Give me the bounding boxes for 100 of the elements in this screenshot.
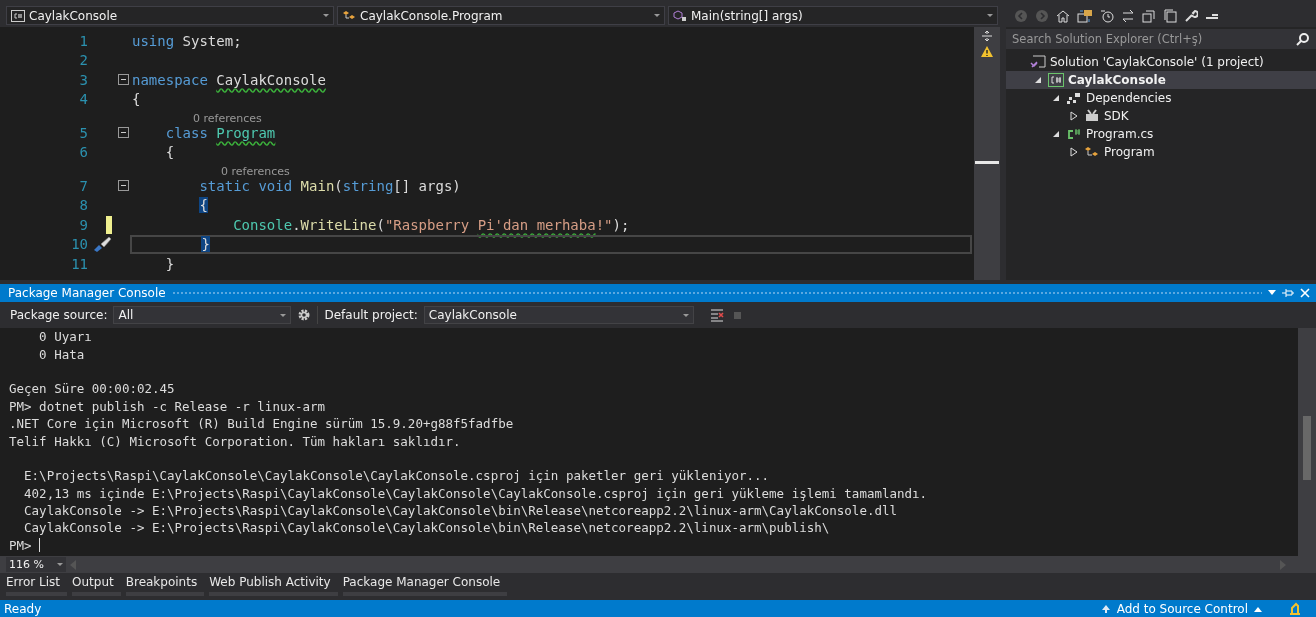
code-token: Main (300, 177, 335, 194)
search-field[interactable]: Search Solution Explorer (Ctrl+ş) (1006, 29, 1316, 49)
code-token: . (292, 216, 301, 233)
console-line: 0 Uyarı (38, 329, 92, 345)
dependencies-icon (1066, 91, 1082, 105)
zoom-dropdown[interactable]: 116 % (6, 557, 66, 572)
pin-icon[interactable] (1282, 288, 1294, 298)
code-token: } (165, 255, 175, 272)
console-line: 402,13 ms içinde E:\Projects\Raspi\CaylakConsole\CaylakConsole\CaylakConsole.csproj için geri yükleme işlemi tamamlandı. (23, 485, 928, 501)
solution-icon (1030, 55, 1046, 69)
code-token: "Raspberry (384, 216, 471, 233)
navigation-dropdown[interactable]: Main(string[] args) (668, 6, 998, 25)
field-label: Package source: (10, 308, 108, 322)
csharp-icon (11, 9, 25, 22)
history-icon[interactable] (1100, 9, 1114, 23)
caret-icon (1254, 605, 1262, 612)
source-control-button[interactable]: Add to Source Control (1116, 601, 1248, 616)
collapse-all-icon[interactable] (1142, 9, 1156, 23)
code-token: class (165, 124, 209, 141)
scrollbar[interactable] (975, 161, 999, 164)
code-token: { (132, 91, 141, 108)
settings-icon[interactable] (297, 308, 312, 322)
code-token: !" (595, 216, 613, 233)
scrollbar[interactable] (1303, 416, 1311, 480)
default-project-dropdown[interactable]: CaylakConsole (423, 306, 694, 324)
line-number: 9 (78, 216, 88, 233)
tree-item[interactable]: Solution 'CaylakConsole' (1 project) (1050, 55, 1264, 69)
split-icon[interactable] (981, 30, 993, 42)
home-icon[interactable] (1056, 9, 1070, 23)
line-number: 5 (78, 124, 88, 141)
console-line: 0 Hata (38, 346, 85, 362)
brush-icon[interactable] (92, 236, 112, 253)
code-token: } (201, 236, 210, 253)
code-token: namespace (132, 71, 209, 88)
caret-icon (654, 14, 660, 17)
code-token: ( (334, 177, 343, 194)
copy-icon[interactable] (1163, 9, 1177, 23)
line-number: 1 (78, 32, 88, 49)
console-line: PM> dotnet publish -c Release -r linux-arm (9, 398, 326, 414)
tree-item[interactable]: Program (1104, 145, 1155, 159)
console-line: .NET Core için Microsoft (R) Build Engine sürüm 15.9.20+g88f5fadfbe (9, 416, 514, 432)
upload-icon[interactable] (1100, 603, 1111, 614)
panel-title: Package Manager Console (8, 286, 166, 300)
navigation-dropdown[interactable]: CaylakConsole.Program (337, 6, 665, 25)
clear-icon[interactable] (709, 308, 724, 322)
code-token: static void (199, 177, 294, 194)
code-token: System; (182, 32, 242, 49)
tool-window-tab[interactable]: Error List (6, 575, 68, 596)
line-number: 6 (78, 144, 88, 161)
line-number: 8 (78, 197, 88, 214)
console-prompt[interactable]: PM> (9, 537, 40, 553)
console-line: Telif Hakkı (C) Microsoft Corporation. Tüm hakları saklıdır. (9, 433, 461, 449)
tool-window-tab[interactable]: Breakpoints (125, 575, 205, 596)
expanded-icon[interactable] (1034, 76, 1042, 84)
dropdown-icon[interactable] (1268, 290, 1276, 296)
code-token: { (199, 197, 208, 214)
field-label: Default project: (324, 308, 418, 322)
code-token: Program (216, 124, 276, 141)
tool-window-tab[interactable]: Output (72, 575, 121, 596)
warning-icon (981, 46, 993, 57)
tree-item[interactable]: Program.cs (1086, 127, 1154, 141)
code-token: ); (612, 216, 630, 233)
code-token: Console (233, 216, 293, 233)
code-lens[interactable]: 0 references (221, 165, 290, 178)
collapse-icon[interactable] (117, 74, 129, 86)
sync-icon[interactable] (1077, 9, 1093, 23)
csharp-file-icon (1066, 127, 1082, 141)
class-icon (1084, 145, 1100, 159)
package-source-dropdown[interactable]: All (113, 306, 292, 324)
expanded-icon[interactable] (1052, 94, 1060, 102)
code-token: [] args) (393, 177, 461, 194)
collapse-icon[interactable] (117, 180, 129, 192)
code-token: Pi'dan merhaba (477, 216, 596, 233)
navigation-dropdown[interactable]: CaylakConsole (6, 6, 334, 25)
close-icon[interactable] (1300, 288, 1310, 298)
collapsed-icon[interactable] (1070, 147, 1078, 157)
method-icon (673, 9, 687, 22)
code-token: using (132, 32, 176, 49)
collapsed-icon[interactable] (1070, 111, 1078, 121)
console-line: E:\Projects\Raspi\CaylakConsole\CaylakConsole\CaylakConsole.csproj için paketler geri yükleniyor... (23, 468, 770, 484)
search-icon (1296, 32, 1310, 46)
tool-window-tab[interactable]: Web Publish Activity (209, 575, 338, 596)
tree-item[interactable]: SDK (1104, 109, 1129, 123)
caret-icon (323, 14, 329, 17)
tool-window-tab[interactable]: Package Manager Console (342, 575, 508, 596)
console-line: CaylakConsole -> E:\Projects\Raspi\CaylakConsole\CaylakConsole\bin\Release\netcoreapp2.2\linux-arm\CaylakConsole.dll (23, 503, 898, 519)
expanded-icon[interactable] (1052, 130, 1060, 138)
sdk-icon (1084, 109, 1100, 123)
code-token: ( (376, 216, 385, 233)
tree-item[interactable]: Dependencies (1086, 91, 1172, 105)
code-token: CaylakConsole (216, 71, 326, 88)
wrench-icon[interactable] (1184, 9, 1198, 23)
line-number: 4 (78, 91, 88, 108)
line-number: 11 (70, 255, 88, 272)
code-lens[interactable]: 0 references (193, 112, 262, 125)
status-text: Ready (4, 601, 42, 616)
swap-icon[interactable] (1121, 9, 1135, 23)
collapse-icon[interactable] (117, 127, 129, 139)
code-token: string (342, 177, 394, 194)
code-token: WriteLine (300, 216, 377, 233)
